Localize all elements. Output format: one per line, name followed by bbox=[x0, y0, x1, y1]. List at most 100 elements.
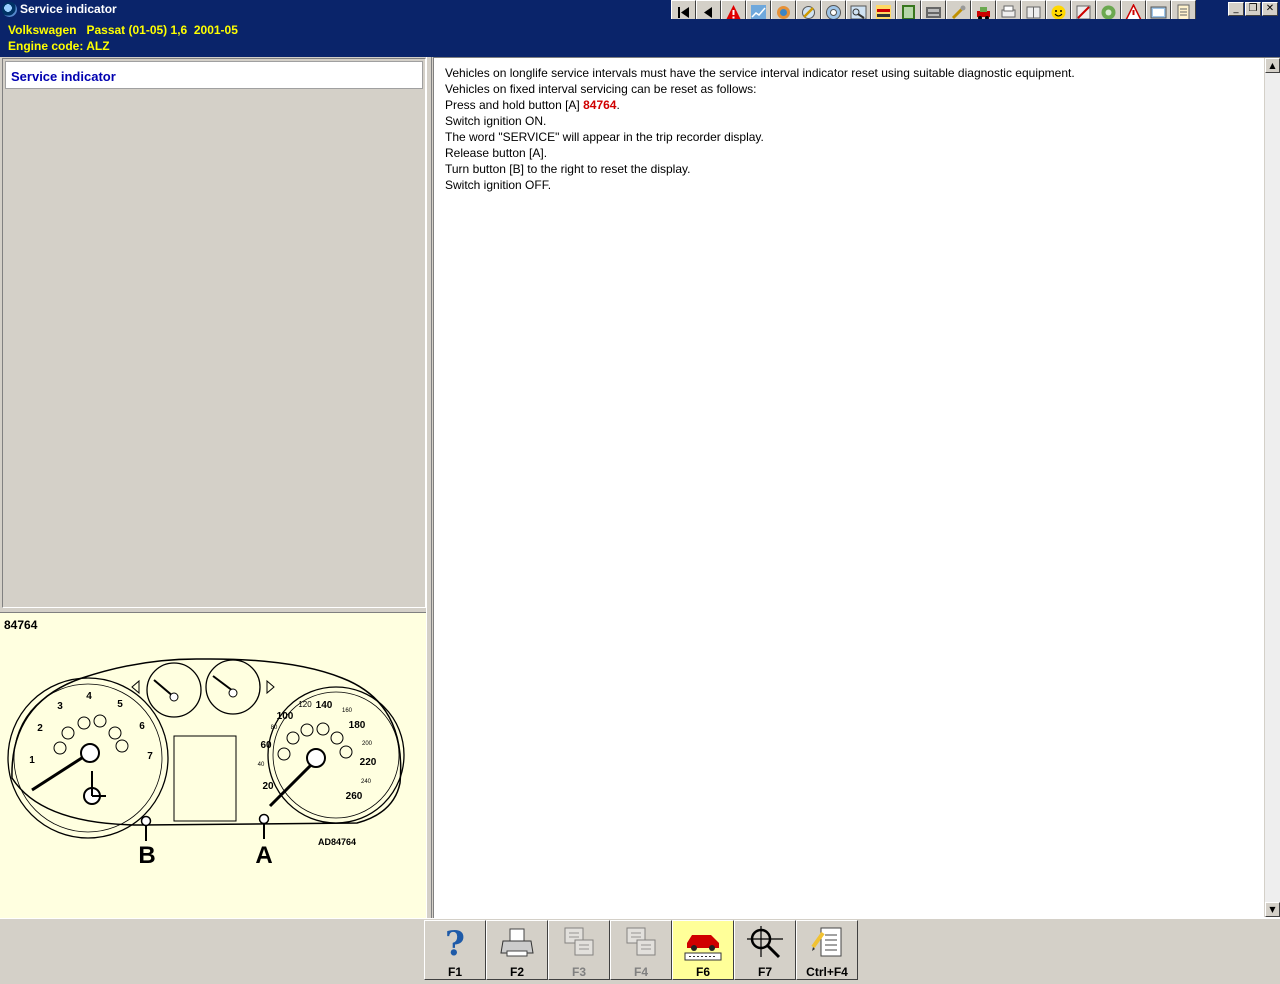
tach-label: 2 bbox=[37, 723, 43, 734]
ctrl-f4-label: Ctrl+F4 bbox=[806, 965, 848, 979]
text-line: Switch ignition ON. bbox=[445, 114, 547, 128]
car-odometer-icon bbox=[684, 935, 722, 961]
text-line: Switch ignition OFF. bbox=[445, 178, 552, 192]
f1-help-button[interactable]: ? F1 bbox=[424, 920, 486, 980]
chart-icon bbox=[751, 4, 766, 20]
diagram-id: 84764 bbox=[4, 618, 38, 632]
speedo-label: 260 bbox=[346, 791, 363, 802]
f3-button[interactable]: F3 bbox=[548, 920, 610, 980]
f7-label: F7 bbox=[757, 965, 772, 979]
engine-code: Engine code: ALZ bbox=[8, 39, 110, 53]
speedo-label: 80 bbox=[271, 725, 278, 731]
content-panel: Vehicles on longlife service intervals m… bbox=[433, 57, 1280, 918]
callout-a: A bbox=[255, 842, 272, 869]
f7-search-button[interactable]: F7 bbox=[734, 920, 796, 980]
function-key-bar: ? F1 F2 F3 F4 F6 F7 Ctrl+F4 bbox=[0, 918, 1280, 980]
speedo-label: 200 bbox=[362, 741, 373, 747]
navigation-panel: Service indicator bbox=[2, 58, 426, 608]
text-line: Turn button [B] to the right to reset th… bbox=[445, 162, 691, 176]
smile-icon bbox=[1051, 5, 1066, 19]
help-icon bbox=[1101, 5, 1116, 19]
tach-label: 4 bbox=[86, 691, 92, 702]
speedo-label: 180 bbox=[349, 720, 366, 731]
function-keys: ? F1 F2 F3 F4 F6 F7 Ctrl+F4 bbox=[424, 920, 858, 980]
back-icon bbox=[704, 6, 712, 18]
speedo-label: 100 bbox=[277, 711, 294, 722]
instrument-cluster-diagram: 1 2 3 4 5 6 7 20 40 60 80 100 120 140 16… bbox=[7, 658, 405, 869]
warning-icon bbox=[726, 4, 741, 20]
vehicle-info-bar: Volkswagen Passat (01-05) 1,6 2001-05 En… bbox=[0, 19, 1280, 57]
tach-label: 5 bbox=[117, 699, 123, 710]
notes-icon bbox=[1177, 4, 1190, 20]
f6-label: F6 bbox=[695, 965, 710, 979]
wrench-icon bbox=[802, 5, 815, 19]
tach-label: 3 bbox=[57, 701, 63, 712]
spanner-icon bbox=[951, 5, 966, 19]
vehicle-model: Volkswagen Passat (01-05) 1,6 2001-05 bbox=[8, 23, 238, 37]
scroll-down-button[interactable]: ▼ bbox=[1265, 902, 1280, 917]
text-line-start: Press and hold button [A] bbox=[445, 98, 584, 112]
text-line: Vehicles on longlife service intervals m… bbox=[445, 66, 1075, 80]
diagram-link[interactable]: 84764 bbox=[583, 98, 616, 112]
vehicle-icon bbox=[977, 6, 990, 20]
speedo-label: 40 bbox=[258, 762, 265, 768]
alert-icon bbox=[1125, 3, 1142, 21]
text-line-end: . bbox=[616, 98, 620, 112]
first-icon bbox=[678, 6, 689, 18]
disc-icon bbox=[826, 4, 841, 20]
printer-icon bbox=[500, 928, 534, 957]
app-icon[interactable] bbox=[2, 2, 17, 17]
diagram-ref: AD84764 bbox=[318, 837, 356, 847]
speedo-label: 240 bbox=[361, 779, 372, 785]
tach-label: 6 bbox=[139, 721, 145, 732]
speedo-label: 60 bbox=[260, 740, 272, 751]
notes-icon bbox=[811, 927, 842, 957]
stop-icon bbox=[1076, 5, 1091, 19]
speedo-label: 120 bbox=[298, 700, 312, 709]
speedo-label: 140 bbox=[316, 700, 333, 711]
instruction-text: Vehicles on longlife service intervals m… bbox=[445, 65, 1075, 193]
help-question-icon: ? bbox=[445, 925, 465, 961]
gear-icon bbox=[777, 5, 790, 19]
text-line: Press and hold button [A] 84764. bbox=[445, 97, 1075, 113]
arrows-icon bbox=[876, 4, 891, 20]
f2-label: F2 bbox=[509, 965, 524, 979]
info-icon bbox=[1150, 6, 1167, 18]
magnifier-icon bbox=[747, 926, 783, 959]
printer-icon bbox=[1001, 5, 1016, 17]
window-controls: _ ❐ ✕ bbox=[1228, 2, 1278, 16]
f1-label: F1 bbox=[447, 965, 462, 979]
text-line: Vehicles on fixed interval servicing can… bbox=[445, 82, 757, 96]
manual-icon bbox=[1026, 6, 1041, 18]
callout-b: B bbox=[138, 842, 155, 869]
title-bar: Service indicator _ ❐ ✕ bbox=[0, 0, 1280, 24]
panel-splitter[interactable] bbox=[426, 57, 432, 919]
panel-icon bbox=[902, 4, 915, 20]
nav-item-service-indicator[interactable]: Service indicator bbox=[5, 61, 423, 89]
f4-label: F4 bbox=[633, 965, 648, 979]
ctrl-f4-notes-button[interactable]: Ctrl+F4 bbox=[796, 920, 858, 980]
text-line: Release button [A]. bbox=[445, 146, 548, 160]
speedo-label: 160 bbox=[342, 708, 353, 714]
window-title: Service indicator bbox=[20, 2, 117, 16]
diagram-panel: 84764 1 2 3 4 5 6 7 20 40 60 80 100 120 … bbox=[0, 612, 426, 918]
svg-text:?: ? bbox=[445, 925, 465, 961]
speedo-label: 220 bbox=[360, 757, 377, 768]
f6-service-button[interactable]: F6 bbox=[672, 920, 734, 980]
restore-button[interactable]: ❐ bbox=[1245, 2, 1261, 16]
tach-label: 7 bbox=[147, 751, 153, 762]
scroll-up-button[interactable]: ▲ bbox=[1265, 58, 1280, 73]
close-button[interactable]: ✕ bbox=[1262, 2, 1278, 16]
copy-pages-icon bbox=[626, 927, 656, 956]
copy-pages-icon bbox=[564, 927, 594, 956]
text-line: The word "SERVICE" will appear in the tr… bbox=[445, 130, 764, 144]
speedo-label: 20 bbox=[262, 781, 274, 792]
tool-icon bbox=[850, 5, 867, 19]
f3-label: F3 bbox=[571, 965, 586, 979]
engine-icon bbox=[926, 6, 941, 18]
f2-print-button[interactable]: F2 bbox=[486, 920, 548, 980]
f4-button[interactable]: F4 bbox=[610, 920, 672, 980]
vertical-scrollbar[interactable]: ▲ ▼ bbox=[1264, 58, 1280, 917]
minimize-button[interactable]: _ bbox=[1228, 2, 1244, 16]
tach-label: 1 bbox=[29, 755, 35, 766]
